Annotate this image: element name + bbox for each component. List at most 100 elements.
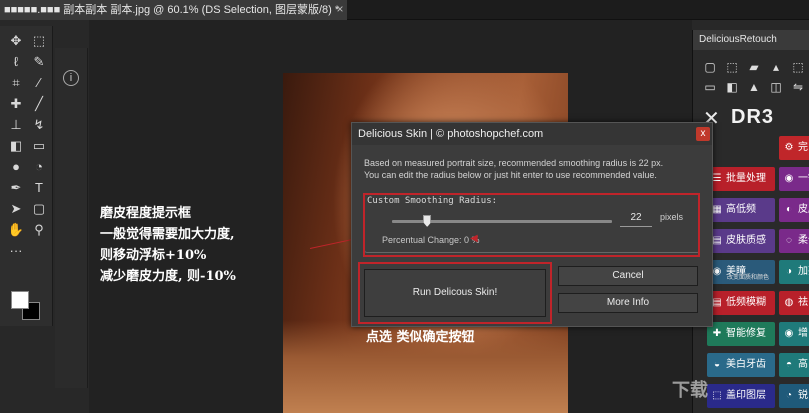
zoom-tool-icon[interactable]: ⚲ bbox=[29, 221, 49, 239]
dr-button-label: 低频模糊 bbox=[726, 297, 766, 308]
annotation-text-title: 磨皮程度提示框 bbox=[100, 206, 192, 221]
dr-tool-icon[interactable]: ◫ bbox=[769, 80, 783, 94]
panel-title: DeliciousRetouch bbox=[693, 30, 809, 50]
dr-button-label: 皮肤 bbox=[798, 204, 809, 215]
history-brush-tool-icon[interactable]: ↯ bbox=[29, 116, 49, 134]
annotation-text-line2: 一般觉得需要加大力度, bbox=[100, 227, 235, 242]
dr-action-button[interactable]: ⚙ 完 bbox=[779, 136, 809, 160]
dodge-tool-icon[interactable]: ◔ bbox=[29, 158, 49, 176]
eraser-tool-icon[interactable]: ◧ bbox=[6, 137, 26, 155]
healing-brush-tool-icon[interactable]: ✚ bbox=[6, 95, 26, 113]
cancel-button[interactable]: Cancel bbox=[558, 266, 698, 286]
dr-button-icon: ◐ bbox=[785, 204, 793, 215]
dr-action-button[interactable]: ◒ 美白牙齿 bbox=[707, 353, 775, 377]
dr-button-icon: ◌ bbox=[786, 235, 792, 246]
foreground-color-swatch[interactable] bbox=[11, 291, 29, 309]
dr-tool-icon[interactable]: ▢ bbox=[703, 60, 717, 74]
dr-tool-icon[interactable]: ⬚ bbox=[791, 60, 805, 74]
dr-button-icon: ◒ bbox=[713, 359, 721, 370]
hand-tool-icon[interactable]: ✋ bbox=[6, 221, 26, 239]
dr-button-icon: ◑ bbox=[785, 266, 793, 277]
path-select-tool-icon[interactable]: ➤ bbox=[6, 200, 26, 218]
dr-button-icon: ◉ bbox=[784, 328, 794, 339]
document-tab[interactable]: ■■■■■.■■■ 副本副本 副本.jpg @ 60.1% (DS Select… bbox=[0, 0, 348, 20]
eyedropper-tool-icon[interactable]: ⁄ bbox=[29, 74, 49, 92]
annotation-arrow-icon: ◀ bbox=[470, 233, 478, 244]
more-info-button[interactable]: More Info bbox=[558, 293, 698, 313]
info-icon[interactable]: i bbox=[63, 70, 79, 86]
dr-action-button[interactable]: ◌ 柔化 bbox=[779, 229, 809, 253]
quick-select-tool-icon[interactable]: ✎ bbox=[29, 53, 49, 71]
dr-action-button[interactable]: ✚ 智能修复 bbox=[707, 322, 775, 346]
dr-button-label: 高 bbox=[798, 359, 808, 370]
dr-button-icon: ◓ bbox=[785, 359, 793, 370]
dr-action-button[interactable]: ◍ 祛 bbox=[779, 291, 809, 315]
dr-button-icon: ◍ bbox=[784, 297, 794, 308]
annotation-text-line4: 减少磨皮力度, 则-10% bbox=[100, 269, 236, 284]
annotation-box-run bbox=[358, 262, 552, 324]
dr3-logo: DR3 bbox=[731, 106, 775, 128]
crop-tool-icon[interactable]: ⌗ bbox=[6, 74, 26, 92]
dr-button-label: 柔化 bbox=[798, 235, 809, 246]
type-tool-icon[interactable]: T bbox=[29, 179, 49, 197]
description-line-1: Based on measured portrait size, recomme… bbox=[364, 158, 664, 168]
dr-button-icon: ◔ bbox=[785, 390, 793, 401]
watermark-logo: 下载 bbox=[672, 380, 708, 400]
document-tab-bar: ■■■■■.■■■ 副本副本 副本.jpg @ 60.1% (DS Select… bbox=[0, 0, 809, 20]
dr-action-button[interactable]: ◉ 一键 bbox=[779, 167, 809, 191]
dialog-title: Delicious Skin | © photoshopchef.com bbox=[352, 123, 712, 145]
dialog-close-icon[interactable]: x bbox=[696, 127, 710, 141]
dr-button-label: 增 bbox=[798, 328, 808, 339]
dr-tool-icon[interactable]: ▭ bbox=[703, 80, 717, 94]
close-tab-icon[interactable]: × bbox=[333, 2, 347, 16]
dr-button-label: 加亮 bbox=[798, 266, 809, 277]
dr-button-label: 一键 bbox=[798, 173, 809, 184]
annotation-box-radius bbox=[363, 193, 700, 257]
dr-action-button[interactable]: ▤ 低频模糊 bbox=[707, 291, 775, 315]
dr-action-button[interactable]: ◔ 锐 bbox=[779, 384, 809, 408]
dr-button-label: 锐 bbox=[798, 390, 808, 401]
dr-action-button[interactable]: ▤ 皮肤质感 bbox=[707, 229, 775, 253]
dr-button-icon: ⚙ bbox=[784, 142, 794, 153]
more-tools-icon[interactable]: ··· bbox=[6, 242, 26, 260]
blur-tool-icon[interactable]: ● bbox=[6, 158, 26, 176]
brush-tool-icon[interactable]: ╱ bbox=[29, 95, 49, 113]
dr-button-label: 完 bbox=[798, 142, 808, 153]
dr-action-button[interactable]: ◉ 增 bbox=[779, 322, 809, 346]
dr-action-button[interactable]: ◐ 皮肤 bbox=[779, 198, 809, 222]
dr-action-button[interactable]: ▦ 高低频 bbox=[707, 198, 775, 222]
shape-tool-icon[interactable]: ▢ bbox=[29, 200, 49, 218]
dr-tool-icon[interactable]: ⬚ bbox=[725, 60, 739, 74]
marquee-tool-icon[interactable]: ⬚ bbox=[29, 32, 49, 50]
dr-tool-icon[interactable]: ◧ bbox=[725, 80, 739, 94]
pen-tool-icon[interactable]: ✒ bbox=[6, 179, 26, 197]
dr-button-label: 美白牙齿 bbox=[726, 359, 766, 370]
dr-button-sublabel: 改变面质和颜色 bbox=[727, 275, 770, 281]
dr-button-label: 祛 bbox=[798, 297, 808, 308]
dr-button-label: 批量处理 bbox=[726, 173, 766, 184]
dr-action-button[interactable]: ☰ 批量处理 bbox=[707, 167, 775, 191]
annotation-text-bottom: 点选 类似确定按钮 bbox=[366, 330, 475, 345]
lasso-tool-icon[interactable]: ℓ bbox=[6, 53, 26, 71]
clone-stamp-tool-icon[interactable]: ⊥ bbox=[6, 116, 26, 134]
move-tool-icon[interactable]: ✥ bbox=[6, 32, 26, 50]
description-line-2: You can edit the radius below or just hi… bbox=[364, 170, 657, 180]
annotation-text-line3: 则移动浮标+10% bbox=[100, 248, 207, 263]
gradient-tool-icon[interactable]: ▭ bbox=[29, 137, 49, 155]
collapsed-panel-strip: i bbox=[55, 48, 88, 388]
dr-button-label: 高低频 bbox=[726, 204, 756, 215]
dr-button-label: 智能修复 bbox=[726, 328, 766, 339]
dr-tool-icon[interactable]: ▴ bbox=[769, 60, 783, 74]
dr-action-button[interactable]: ◑ 加亮 bbox=[779, 260, 809, 284]
dr-button-label: 皮肤质感 bbox=[726, 235, 766, 246]
dr-button-icon: ⬚ bbox=[712, 390, 722, 401]
dr-action-button[interactable]: ⬚ 盖印图层 bbox=[707, 384, 775, 408]
photoshop-window: ■■■■■.■■■ 副本副本 副本.jpg @ 60.1% (DS Select… bbox=[0, 0, 809, 413]
dialog-description: Based on measured portrait size, recomme… bbox=[364, 157, 709, 181]
dr-tool-icon[interactable]: ▲ bbox=[747, 80, 761, 94]
dr-button-icon: ◉ bbox=[784, 173, 794, 184]
dr-button-label: 盖印图层 bbox=[726, 390, 766, 401]
dr-tool-icon[interactable]: ⇋ bbox=[791, 80, 805, 94]
dr-tool-icon[interactable]: ▰ bbox=[747, 60, 761, 74]
dr-action-button[interactable]: ◓ 高 bbox=[779, 353, 809, 377]
